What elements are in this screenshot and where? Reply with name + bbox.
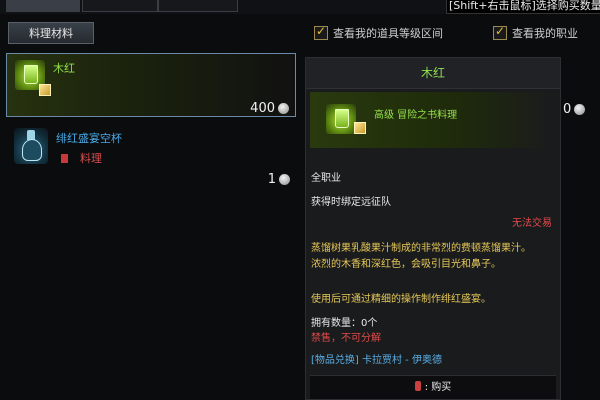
- filter-item-level-label: 查看我的道具等级区间: [333, 27, 443, 40]
- item-price: 400: [250, 101, 289, 116]
- tooltip-description-line-2: 浓烈的木香和深红色，会吸引目光和鼻子。: [311, 259, 501, 270]
- item-price: 1: [268, 172, 290, 187]
- silver-coin-icon: [574, 104, 586, 115]
- tooltip-bind-info: 获得时绑定远征队: [311, 197, 391, 208]
- item-tag-label: 料理: [80, 152, 102, 165]
- gold-cube-icon: [39, 84, 51, 96]
- item-price-value: 400: [250, 101, 275, 116]
- juice-cup-icon: [326, 104, 356, 134]
- tooltip-owned-count: 拥有数量：0个: [311, 318, 378, 329]
- tooltip-description-line-1: 蒸馏树果乳酸果汁制成的非常烈的费顿蒸馏果汁。: [311, 243, 531, 254]
- shift-click-hint: [Shift+右击鼠标]选择购买数量: [446, 0, 600, 14]
- silver-coin-icon: [278, 103, 289, 114]
- shop-item-muhong[interactable]: 木红 400: [6, 53, 296, 117]
- cooking-tag-icon: [61, 154, 68, 163]
- buy-button-label: : 购买: [424, 382, 452, 393]
- tooltip-no-trade: 无法交易: [512, 218, 552, 229]
- partial-price-behind-tooltip: 0: [563, 102, 586, 117]
- tooltip-usage: 使用后可通过精细的操作制作绯红盛宴。: [311, 294, 491, 305]
- item-tag: 料理: [61, 150, 102, 166]
- filter-my-class[interactable]: 查看我的职业: [493, 24, 578, 41]
- filter-my-class-label: 查看我的职业: [512, 27, 578, 40]
- tooltip-exchange-source: [物品兑换] 卡拉贾村 - 伊奥德: [311, 355, 442, 366]
- partial-price-value: 0: [563, 102, 572, 117]
- item-tooltip: 木红 高级 冒险之书料理 全职业 获得时绑定远征队 无法交易 蒸馏树果乳酸果汁制…: [305, 57, 561, 400]
- top-tab-2[interactable]: [82, 0, 158, 12]
- top-tab-1[interactable]: [6, 0, 80, 12]
- item-price-value: 1: [267, 172, 276, 187]
- right-click-mouse-icon: [414, 381, 421, 391]
- tooltip-sale-restriction: 禁售，不可分解: [311, 333, 381, 344]
- buy-button[interactable]: : 购买: [310, 375, 556, 399]
- checkbox-checked-icon[interactable]: [493, 24, 507, 40]
- tooltip-item-header: 高级 冒险之书料理: [310, 92, 556, 148]
- tooltip-title: 木红: [306, 58, 560, 89]
- filter-item-level[interactable]: 查看我的道具等级区间: [314, 24, 443, 41]
- shop-item-crimson-cup[interactable]: 绯红盛宴空杯 料理 1: [6, 124, 296, 187]
- gold-cube-icon: [354, 122, 366, 134]
- item-name: 绯红盛宴空杯: [56, 132, 122, 145]
- tooltip-class-restriction: 全职业: [311, 173, 341, 184]
- checkbox-checked-icon[interactable]: [314, 24, 328, 40]
- category-button-cooking-materials[interactable]: 料理材料: [8, 22, 94, 44]
- silver-coin-icon: [279, 174, 290, 185]
- item-name: 木红: [53, 62, 75, 75]
- top-tab-3[interactable]: [158, 0, 238, 12]
- tooltip-grade: 高级 冒险之书料理: [374, 110, 458, 121]
- glass-bottle-icon: [14, 128, 48, 164]
